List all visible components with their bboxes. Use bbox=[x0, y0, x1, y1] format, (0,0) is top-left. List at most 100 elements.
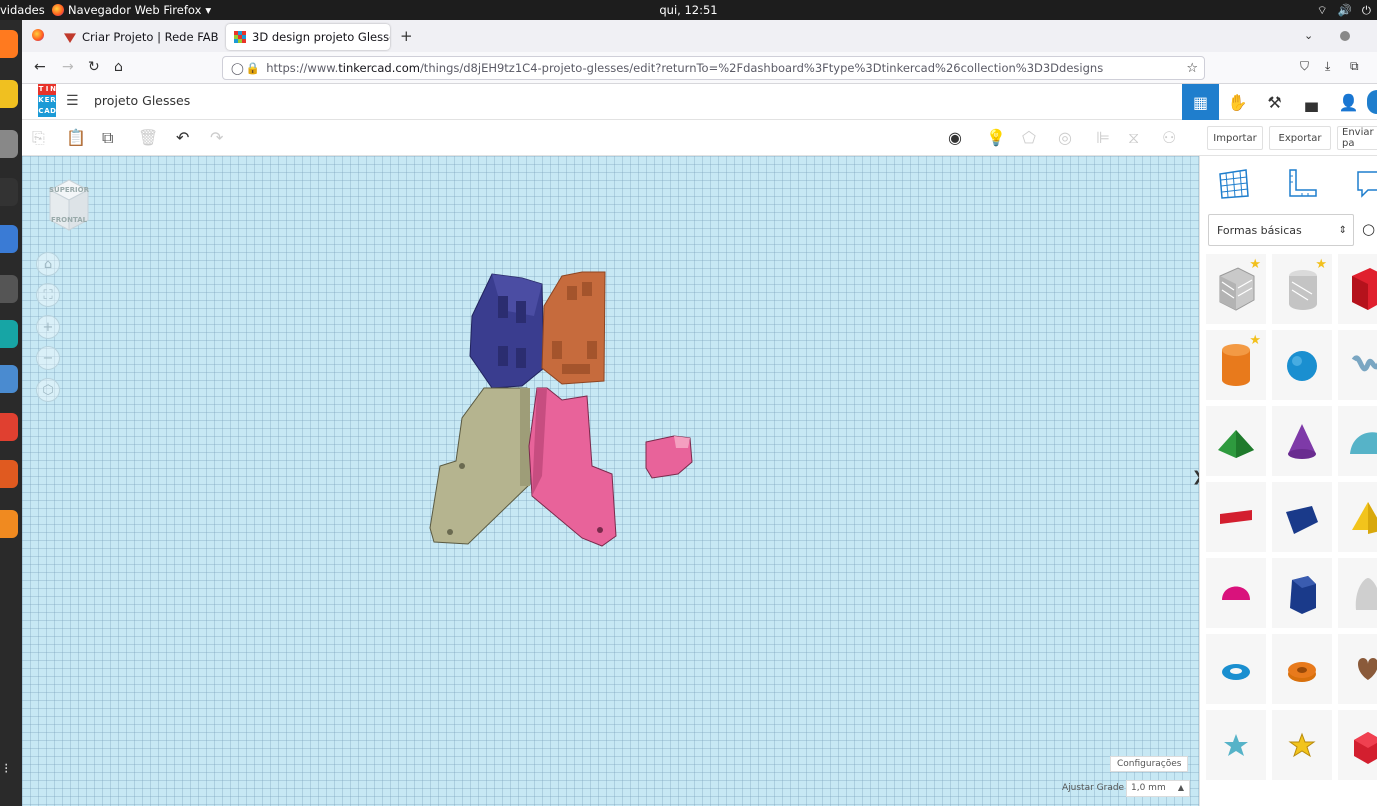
shield-icon[interactable]: ◯ bbox=[231, 61, 244, 75]
blue-part[interactable] bbox=[469, 273, 545, 389]
shape-box-hole[interactable]: ★ bbox=[1206, 254, 1266, 324]
shape-roof[interactable] bbox=[1206, 406, 1266, 476]
lock-icon[interactable]: 🔒 bbox=[246, 61, 260, 75]
shape-category-value: Formas básicas bbox=[1217, 223, 1302, 237]
dock-browser-icon[interactable] bbox=[0, 510, 18, 538]
shape-category-select[interactable]: Formas básicas ⇕ bbox=[1208, 214, 1354, 246]
shape-pyramid[interactable] bbox=[1338, 482, 1377, 552]
align-button[interactable]: ⊫ bbox=[1096, 128, 1110, 147]
new-tab-icon[interactable]: + bbox=[400, 27, 413, 45]
tab-title: 3D design projeto Glesse bbox=[252, 30, 390, 44]
undo-button[interactable]: ↶ bbox=[176, 128, 189, 147]
system-clock[interactable]: qui, 12:51 bbox=[0, 3, 1377, 17]
lightbulb-icon[interactable]: 💡 bbox=[986, 128, 1006, 147]
blocks-view-button[interactable]: ✋ bbox=[1219, 84, 1256, 120]
redo-button[interactable]: ↷ bbox=[210, 128, 223, 147]
snap-grid-select[interactable]: 1,0 mm ▲ bbox=[1126, 780, 1190, 797]
shape-polygon[interactable] bbox=[1272, 558, 1332, 628]
dock-docs-icon[interactable] bbox=[0, 413, 18, 441]
shape-cone[interactable] bbox=[1272, 406, 1332, 476]
window-control-icon[interactable] bbox=[1340, 31, 1350, 41]
dock-chrome-icon[interactable] bbox=[0, 80, 18, 108]
import-button[interactable]: Importar bbox=[1207, 126, 1263, 150]
pickaxe-icon: ⚒ bbox=[1267, 92, 1282, 112]
tab-criar-projeto[interactable]: Criar Projeto | Rede FAB × bbox=[56, 24, 220, 50]
export-button[interactable]: Exportar bbox=[1269, 126, 1331, 150]
lego-view-button[interactable]: ▄ bbox=[1293, 84, 1330, 120]
pocket-icon[interactable]: ⛉ bbox=[1300, 59, 1309, 74]
dock-tool-icon[interactable] bbox=[0, 275, 18, 303]
search-icon[interactable]: ○ bbox=[1362, 220, 1375, 238]
bricks-view-button[interactable]: ⚒ bbox=[1256, 84, 1293, 120]
cruise-button[interactable]: ⚇ bbox=[1162, 128, 1176, 147]
shape-wedge[interactable] bbox=[1272, 482, 1332, 552]
system-tray[interactable]: ⌔ 🔊 ⏻ bbox=[1317, 3, 1371, 18]
dock-arduino-icon[interactable] bbox=[0, 320, 18, 348]
scene-objects[interactable] bbox=[22, 156, 1199, 806]
home-icon[interactable]: ⌂ bbox=[114, 59, 123, 75]
view-mode-buttons: ▦ ✋ ⚒ ▄ 👤 bbox=[1182, 84, 1377, 120]
dock-inkscape-icon[interactable] bbox=[0, 178, 18, 206]
mirror-button[interactable]: ⧖ bbox=[1128, 128, 1139, 148]
shape-tube[interactable] bbox=[1272, 634, 1332, 704]
bookmark-star-icon[interactable]: ☆ bbox=[1186, 61, 1198, 76]
notes-icon[interactable] bbox=[1352, 166, 1377, 202]
ruler-icon[interactable] bbox=[1284, 166, 1320, 202]
tab-3d-design[interactable]: 3D design projeto Glesse × bbox=[226, 24, 390, 50]
shape-icosahedron[interactable] bbox=[1338, 710, 1377, 780]
shape-round-roof[interactable] bbox=[1338, 406, 1377, 476]
dock-slides-icon[interactable] bbox=[0, 460, 18, 488]
project-title[interactable]: projeto Glesses bbox=[94, 93, 190, 108]
3d-design-view-button[interactable]: ▦ bbox=[1182, 84, 1219, 120]
khaki-part[interactable] bbox=[429, 387, 531, 545]
shape-heart[interactable] bbox=[1338, 634, 1377, 704]
collapse-panel-icon[interactable]: ❯ bbox=[1192, 469, 1199, 485]
caret-up-icon: ▲ bbox=[1177, 783, 1184, 792]
show-apps-icon[interactable]: ⁝ bbox=[4, 762, 8, 776]
group-button[interactable]: ⬠ bbox=[1022, 128, 1036, 147]
list-tabs-icon[interactable]: ⌄ bbox=[1304, 29, 1313, 42]
back-icon[interactable]: ← bbox=[34, 59, 46, 75]
tinkercad-header: T I N K E R C A D ☰ projeto Glesses ▦ ✋ … bbox=[22, 84, 1377, 120]
shape-cylinder-hole[interactable]: ★ bbox=[1272, 254, 1332, 324]
copy-button[interactable]: ⎘ bbox=[32, 128, 45, 148]
shape-torus[interactable] bbox=[1206, 634, 1266, 704]
shape-scribble[interactable] bbox=[1338, 330, 1377, 400]
design-menu-icon[interactable]: ☰ bbox=[66, 93, 79, 109]
firefox-view-icon[interactable] bbox=[32, 29, 44, 41]
reload-icon[interactable]: ↻ bbox=[88, 59, 100, 75]
download-icon[interactable]: ⤓ bbox=[1325, 59, 1330, 74]
shapes-panel: Formas básicas ⇕ ○ ★ ★ ★ bbox=[1199, 156, 1377, 806]
select-arrows-icon: ⇕ bbox=[1338, 224, 1347, 236]
shape-box[interactable] bbox=[1338, 254, 1377, 324]
shape-sphere[interactable] bbox=[1272, 330, 1332, 400]
workplane-settings-button[interactable]: Configurações bbox=[1110, 756, 1189, 772]
dock-app-icon[interactable] bbox=[0, 365, 18, 393]
shape-cylinder[interactable]: ★ bbox=[1206, 330, 1266, 400]
dock-settings-icon[interactable] bbox=[0, 225, 18, 253]
add-user-button[interactable]: 👤 bbox=[1330, 84, 1367, 120]
send-to-button[interactable]: Enviar pa bbox=[1337, 126, 1377, 150]
tinkercad-logo[interactable]: T I N K E R C A D bbox=[38, 84, 56, 117]
ungroup-button[interactable]: ◎ bbox=[1058, 128, 1072, 147]
shape-half-sphere[interactable] bbox=[1206, 558, 1266, 628]
delete-button[interactable]: 🗑 bbox=[138, 128, 158, 147]
dock-firefox-icon[interactable] bbox=[0, 30, 18, 58]
workplane[interactable]: SUPERIOR FRONTAL ⌂ ⛶ + − ⬡ Configurações… bbox=[22, 156, 1199, 806]
shape-star-gold[interactable] bbox=[1272, 710, 1332, 780]
paste-button[interactable]: 📋 bbox=[66, 128, 86, 147]
workplane-icon[interactable] bbox=[1216, 166, 1252, 202]
pink-part[interactable] bbox=[528, 387, 617, 547]
shape-star[interactable] bbox=[1206, 710, 1266, 780]
duplicate-button[interactable]: ⧉ bbox=[102, 128, 113, 148]
shape-text[interactable] bbox=[1206, 482, 1266, 552]
extensions-icon[interactable]: ⧉ bbox=[1350, 59, 1359, 74]
notes-visibility-button[interactable]: ◉ bbox=[948, 128, 962, 147]
dock-files-icon[interactable] bbox=[0, 130, 18, 158]
avatar[interactable] bbox=[1367, 84, 1377, 120]
url-field[interactable]: ◯ 🔒 https://www. tinkercad.com/things/d8j… bbox=[222, 56, 1205, 80]
small-pink-part[interactable] bbox=[645, 435, 693, 479]
orange-part[interactable] bbox=[541, 271, 606, 385]
forward-icon[interactable]: → bbox=[62, 59, 74, 75]
shape-paraboloid[interactable] bbox=[1338, 558, 1377, 628]
